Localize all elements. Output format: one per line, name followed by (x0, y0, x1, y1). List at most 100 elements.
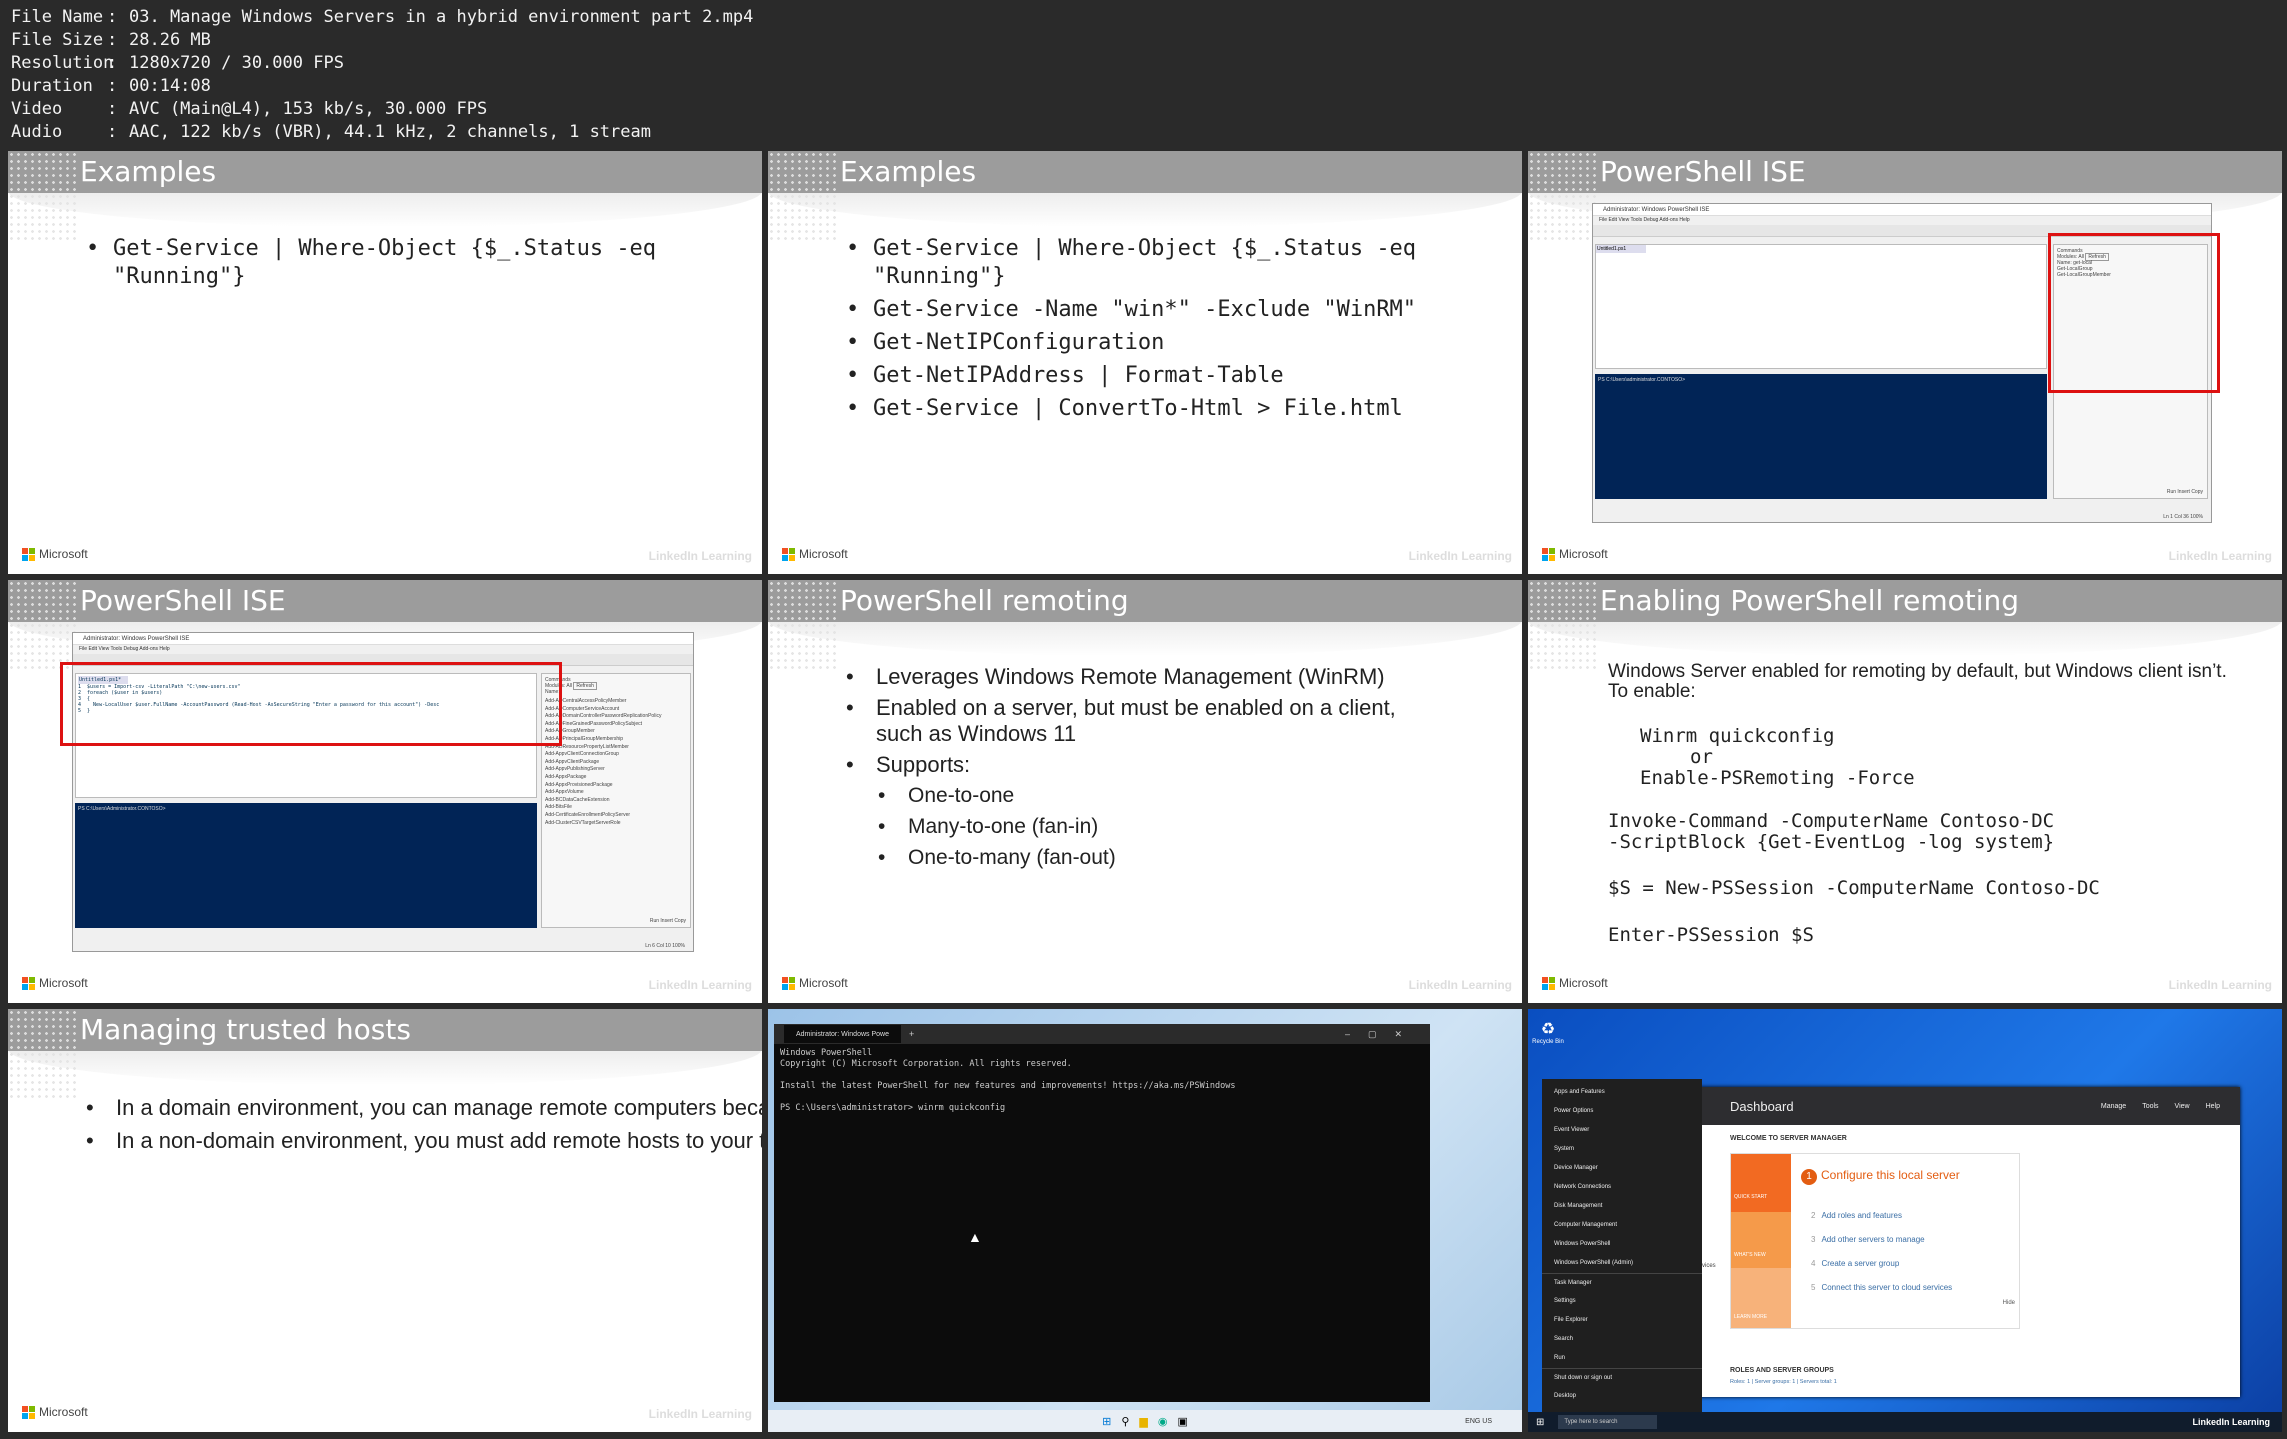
run-insert-copy[interactable]: Run Insert Copy (2167, 489, 2203, 495)
cmd-invoke-1: Invoke-Command -ComputerName Contoso-DC (1608, 810, 2055, 832)
slide-title: Managing trusted hosts (8, 1009, 762, 1051)
whats-new-tile[interactable]: WHAT'S NEW (1731, 1212, 1791, 1268)
search-icon[interactable]: ⚲ (1121, 1415, 1129, 1428)
sm-menu-item[interactable]: Manage (2101, 1103, 2126, 1110)
refresh-button[interactable]: Refresh (573, 682, 597, 690)
terminal-icon[interactable]: ▣ (1177, 1415, 1187, 1428)
dashboard-title: Dashboard (1730, 1098, 1794, 1114)
thumbnail-powershell-ise-1: PowerShell ISE Administrator: Windows Po… (1528, 151, 2282, 574)
edge-icon[interactable]: ◉ (1158, 1415, 1168, 1428)
window-controls-icon[interactable]: –▢✕ (1345, 1029, 1420, 1040)
console-pane[interactable]: PS C:\Users\Administrator.CONTOSO> (75, 803, 537, 928)
command-item[interactable]: Add-ADCentralAccessPolicyMember (545, 698, 687, 706)
learn-more-tile[interactable]: LEARN MORE (1731, 1268, 1791, 1328)
microsoft-logo: Microsoft (782, 976, 848, 990)
context-menu-item[interactable]: Event Viewer (1542, 1121, 1702, 1140)
context-menu-item[interactable]: Settings (1542, 1292, 1702, 1311)
command-item[interactable]: Add-AppxVolume (545, 789, 687, 797)
context-menu-item[interactable]: Power Options (1542, 1102, 1702, 1121)
sm-menu[interactable]: Manage Tools View Help (2101, 1103, 2240, 1110)
commands-pane[interactable]: Commands Modules: All Refresh Name: Add-… (541, 673, 691, 928)
slide-title: Examples (8, 151, 762, 193)
cmd-session: $S = New-PSSession -ComputerName Contoso… (1608, 877, 2100, 899)
taskbar[interactable]: ⊞ ⚲ ▆ ◉ ▣ ENG US (768, 1410, 1522, 1432)
microsoft-logo: Microsoft (1542, 976, 1608, 990)
step-link[interactable]: 3 Add other servers to manage (1811, 1228, 1952, 1252)
cmd-enable: Enable-PSRemoting -Force (1640, 767, 1915, 789)
context-menu-item[interactable]: Apps and Features (1542, 1083, 1702, 1102)
command-item[interactable]: Add-BCDataCacheExtension (545, 797, 687, 805)
context-menu-item[interactable]: Windows PowerShell (Admin) (1542, 1254, 1702, 1273)
slide-title: PowerShell ISE (1528, 151, 2282, 193)
context-menu-item[interactable]: Device Manager (1542, 1159, 1702, 1178)
command-item[interactable]: Add-ADGroupMember (545, 728, 687, 736)
context-menu-item[interactable]: Desktop (1542, 1387, 1702, 1406)
recycle-bin[interactable]: ♻ Recycle Bin (1532, 1019, 1564, 1045)
console-pane[interactable]: PS C:\Users\administrator.CONTOSO> (1595, 374, 2047, 499)
sm-menu-item[interactable]: Help (2206, 1103, 2220, 1110)
slide-title: PowerShell ISE (8, 580, 762, 622)
command-item[interactable]: Add-ADFineGrainedPasswordPolicySubject (545, 721, 687, 729)
file-info-header: File Name:03. Manage Windows Servers in … (0, 0, 2287, 150)
hide-link[interactable]: Hide (2003, 1300, 2015, 1306)
steps-list[interactable]: 2 Add roles and features 3 Add other server… (1811, 1204, 1952, 1300)
context-menu-item[interactable]: Run (1542, 1349, 1702, 1368)
context-menu-item[interactable]: Task Manager (1542, 1273, 1702, 1292)
start-icon[interactable]: ⊞ (1536, 1417, 1544, 1428)
context-menu-item[interactable]: System (1542, 1140, 1702, 1159)
server-taskbar[interactable]: ⊞ Type here to search LinkedIn Learning (1528, 1412, 2282, 1432)
status-bar: Ln 1 Col 36 (2163, 514, 2189, 520)
thumbnail-trusted-hosts: Managing trusted hosts In a domain envir… (8, 1009, 762, 1432)
thumbnail-enabling-remoting: Enabling PowerShell remoting Windows Ser… (1528, 580, 2282, 1003)
context-menu-item[interactable]: Network Connections (1542, 1178, 1702, 1197)
terminal-output[interactable]: Windows PowerShell Copyright (C) Microsof… (774, 1044, 1430, 1402)
cmd-enter: Enter-PSSession $S (1608, 924, 1814, 946)
bullet-item: Supports: (846, 752, 1426, 778)
terminal-tab[interactable]: Administrator: Windows Powe (784, 1025, 901, 1043)
command-item[interactable]: Add-ClusterCSVTargetServerRole (545, 820, 687, 828)
command-item[interactable]: Add-AppxPackage (545, 774, 687, 782)
sm-menu-item[interactable]: Tools (2142, 1103, 2158, 1110)
tray-language[interactable]: ENG US (1465, 1418, 1492, 1425)
command-item[interactable]: Add-ADDomainControllerPasswordReplicatio… (545, 713, 687, 721)
command-item[interactable]: Add-ADResourcePropertyListMember (545, 744, 687, 752)
command-item[interactable]: Add-AppvPublishingServer (545, 766, 687, 774)
command-item[interactable]: Add-CertificateEnrollmentPolicyServer (545, 812, 687, 820)
quick-start-tile[interactable]: QUICK START (1731, 1154, 1791, 1212)
context-menu-item[interactable]: File Explorer (1542, 1311, 1702, 1330)
file-info-row: Resolution:1280x720 / 30.000 FPS (11, 53, 344, 73)
command-item[interactable]: Add-AppvClientConnectionGroup (545, 751, 687, 759)
command-item[interactable]: Add-ADPrincipalGroupMembership (545, 736, 687, 744)
context-menu-item[interactable]: Disk Management (1542, 1197, 1702, 1216)
context-menu-item[interactable]: Search (1542, 1330, 1702, 1349)
step-link[interactable]: 4 Create a server group (1811, 1252, 1952, 1276)
step-link[interactable]: 5 Connect this server to cloud services (1811, 1276, 1952, 1300)
highlight-box (60, 662, 562, 746)
command-item[interactable]: Add-AppvClientPackage (545, 759, 687, 767)
command-item[interactable]: Add-ADComputerServiceAccount (545, 706, 687, 714)
winx-context-menu[interactable]: Apps and Features Power Options Event View… (1542, 1079, 1702, 1424)
start-icon[interactable]: ⊞ (1102, 1415, 1111, 1428)
taskbar-search[interactable]: Type here to search (1558, 1415, 1658, 1429)
slide-title: Enabling PowerShell remoting (1528, 580, 2282, 622)
new-tab-icon[interactable]: + (909, 1029, 914, 1039)
command-list[interactable]: Add-ADCentralAccessPolicyMember Add-ADCom… (545, 698, 687, 827)
run-insert-copy[interactable]: Run Insert Copy (650, 918, 686, 924)
bullet-item: In a non-domain environment, you must ad… (86, 1127, 762, 1155)
script-tab[interactable]: Untitled1.ps1 (1596, 245, 1646, 253)
command-item[interactable]: Add-BitsFile (545, 804, 687, 812)
microsoft-logo: Microsoft (22, 976, 88, 990)
menu-bar[interactable]: File Edit View Tools Debug Add-ons Help (1593, 216, 2211, 225)
script-editor[interactable]: Untitled1.ps1 (1595, 244, 2047, 369)
file-explorer-icon[interactable]: ▆ (1139, 1415, 1147, 1428)
menu-bar[interactable]: File Edit View Tools Debug Add-ons Help (73, 645, 693, 654)
context-menu-item[interactable]: Computer Management (1542, 1216, 1702, 1235)
context-menu-item[interactable]: Windows PowerShell (1542, 1235, 1702, 1254)
bullet-item: Get-Service | Where-Object {$_.Status -e… (86, 235, 656, 291)
step-link[interactable]: 2 Add roles and features (1811, 1204, 1952, 1228)
context-menu-item[interactable]: Shut down or sign out (1542, 1368, 1702, 1387)
status-bar: Ln 6 Col 10 (645, 943, 671, 949)
sm-menu-item[interactable]: View (2175, 1103, 2190, 1110)
command-item[interactable]: Add-AppxProvisionedPackage (545, 782, 687, 790)
configure-link[interactable]: 1 Configure this local server (1801, 1168, 1960, 1185)
